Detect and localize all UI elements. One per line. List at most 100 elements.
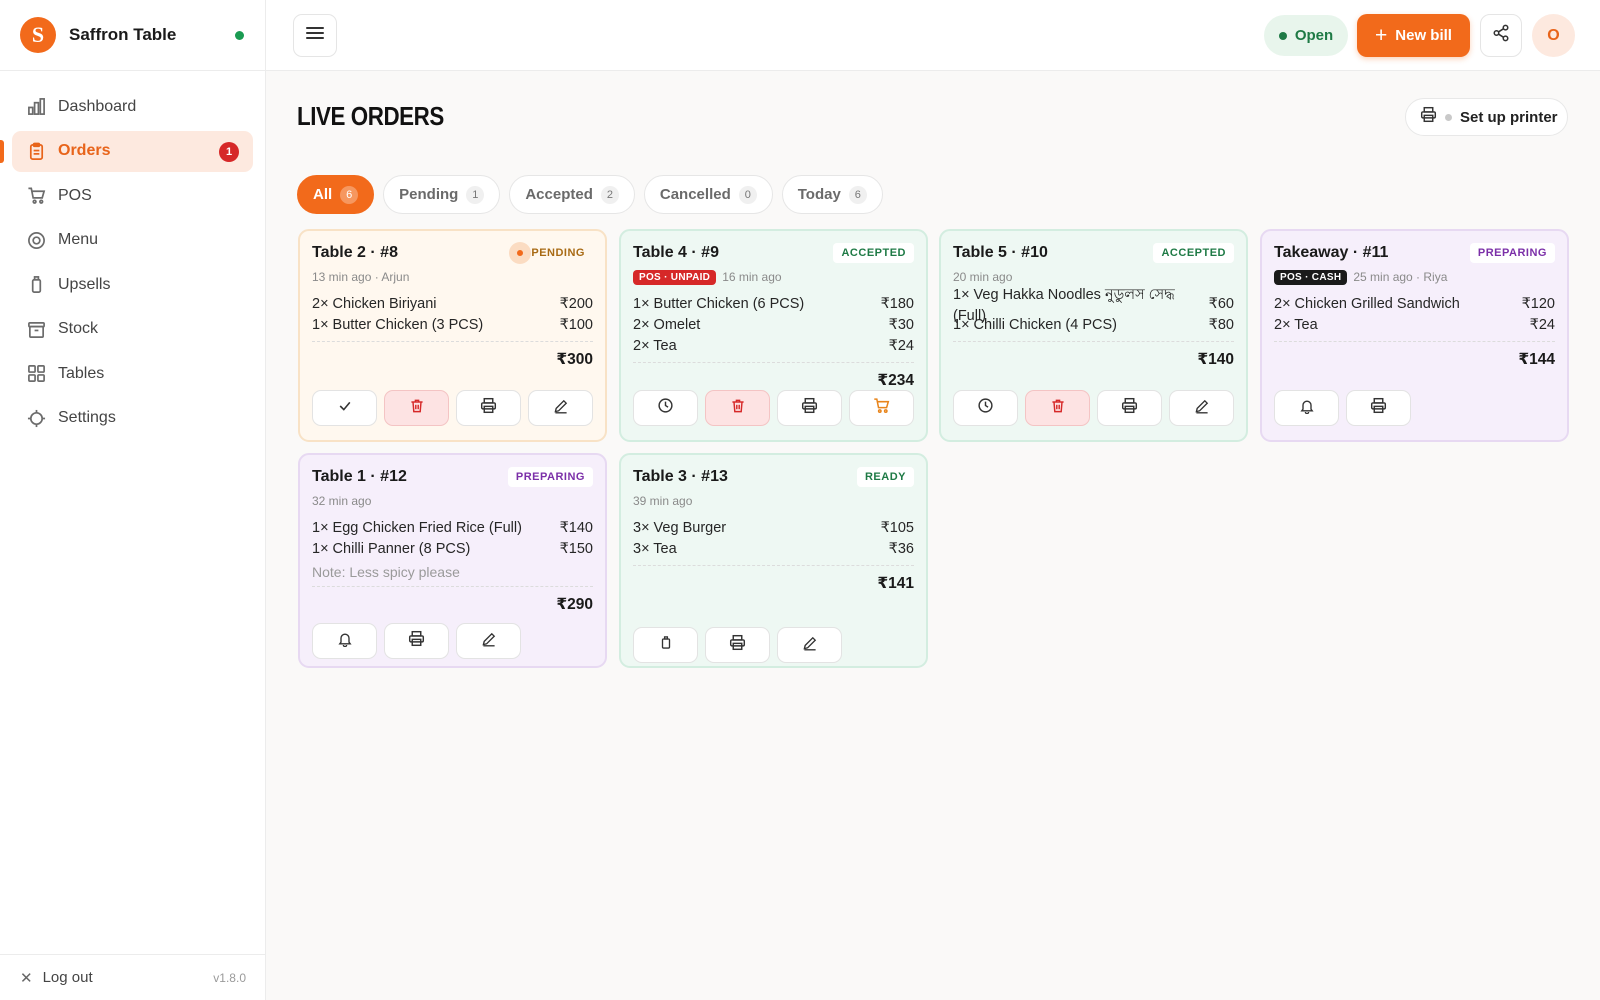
tab-label: All xyxy=(313,186,333,203)
tab-count: 1 xyxy=(466,185,485,204)
edit-button[interactable] xyxy=(777,627,842,663)
item-name: 2× Tea xyxy=(633,337,677,354)
timer-button[interactable] xyxy=(953,390,1018,426)
order-actions xyxy=(633,619,914,663)
page-title: LIVE ORDERS xyxy=(297,101,444,131)
order-meta: 39 min ago xyxy=(633,494,693,508)
order-card[interactable]: Table 3 · #13 READY 39 min ago 3× Veg Bu… xyxy=(619,453,928,668)
order-items: 1× Butter Chicken (6 PCS) ₹180 2× Omelet ₹… xyxy=(633,293,914,356)
print-button[interactable] xyxy=(1346,390,1411,426)
store-open-status[interactable]: Open xyxy=(1264,15,1348,56)
status-badge: READY xyxy=(856,467,914,487)
sidebar-item-label: Settings xyxy=(58,409,116,426)
order-total: ₹300 xyxy=(556,351,593,368)
sidebar-item-dashboard[interactable]: Dashboard xyxy=(12,86,253,127)
sidebar-item-settings[interactable]: Settings xyxy=(12,398,253,439)
accept-button[interactable] xyxy=(312,390,377,426)
print-button[interactable] xyxy=(384,623,449,659)
online-status-dot xyxy=(235,31,244,40)
notify-button[interactable] xyxy=(1274,390,1339,426)
pending-dot-icon xyxy=(509,242,532,264)
bottle-icon xyxy=(26,275,46,295)
print-button[interactable] xyxy=(1097,390,1162,426)
print-button[interactable] xyxy=(705,627,770,663)
order-item: 2× Chicken Grilled Sandwich ₹120 xyxy=(1274,293,1555,314)
order-total: ₹290 xyxy=(556,596,593,613)
print-button[interactable] xyxy=(456,390,521,426)
tab-accepted[interactable]: Accepted 2 xyxy=(509,175,635,214)
clear-button[interactable] xyxy=(633,627,698,663)
order-actions xyxy=(1274,382,1555,426)
sidebar-item-label: POS xyxy=(58,186,92,204)
sidebar-item-pos[interactable]: POS xyxy=(12,175,253,216)
tab-label: Accepted xyxy=(525,186,593,203)
tab-count: 6 xyxy=(848,185,867,204)
edit-button[interactable] xyxy=(1169,390,1234,426)
app-version: v1.8.0 xyxy=(213,970,246,985)
order-meta-row: POS · CASH 25 min ago · Riya xyxy=(1274,267,1555,287)
logout-button[interactable]: ✕ Log out xyxy=(20,969,93,987)
order-card[interactable]: Table 5 · #10 ACCEPTED 20 min ago 1× Veg… xyxy=(939,229,1248,442)
item-name: 2× Chicken Grilled Sandwich xyxy=(1274,295,1460,312)
order-card[interactable]: Table 2 · #8 PENDING 13 min ago · Arjun … xyxy=(298,229,607,442)
user-avatar[interactable]: O xyxy=(1532,14,1575,57)
edit-button[interactable] xyxy=(528,390,593,426)
order-title: Table 2 · #8 xyxy=(312,244,398,261)
item-name: 1× Chilli Chicken (4 PCS) xyxy=(953,316,1117,333)
tab-label: Today xyxy=(797,186,841,203)
brand-logo: S xyxy=(20,17,56,53)
sidebar-item-label: Menu xyxy=(58,231,99,248)
delete-button[interactable] xyxy=(705,390,770,426)
timer-button[interactable] xyxy=(633,390,698,426)
gear-icon xyxy=(26,408,46,428)
order-item: 1× Chilli Panner (8 PCS) ₹150 xyxy=(312,538,593,559)
setup-printer-button[interactable]: Set up printer xyxy=(1405,98,1568,136)
sidebar-item-menu[interactable]: Menu xyxy=(12,220,253,261)
item-price: ₹30 xyxy=(888,316,914,333)
order-total: ₹144 xyxy=(1518,351,1555,368)
sidebar-item-label: Stock xyxy=(58,320,99,337)
sidebar-item-upsells[interactable]: Upsells xyxy=(12,264,253,305)
pos-cart-button[interactable] xyxy=(849,390,914,426)
sidebar-item-tables[interactable]: Tables xyxy=(12,353,253,394)
hamburger-button[interactable] xyxy=(293,14,337,57)
notify-button[interactable] xyxy=(312,623,377,659)
order-card[interactable]: Takeaway · #11 PREPARING POS · CASH 25 m… xyxy=(1260,229,1569,442)
clipboard-icon xyxy=(26,141,46,161)
order-card[interactable]: Table 1 · #12 PREPARING 32 min ago 1× Eg… xyxy=(298,453,607,668)
setup-printer-label: Set up printer xyxy=(1460,108,1558,126)
tab-today[interactable]: Today 6 xyxy=(781,175,883,214)
item-price: ₹36 xyxy=(888,540,914,557)
printer-icon xyxy=(729,634,746,656)
delete-button[interactable] xyxy=(384,390,449,426)
payment-tag: POS · CASH xyxy=(1274,269,1348,285)
sidebar-item-label: Tables xyxy=(58,364,105,382)
grid-icon xyxy=(26,364,46,384)
order-card[interactable]: Table 4 · #9 ACCEPTED POS · UNPAID 16 mi… xyxy=(619,229,928,442)
clock-icon xyxy=(977,397,994,419)
tab-cancelled[interactable]: Cancelled 0 xyxy=(643,175,773,214)
order-item: 2× Tea ₹24 xyxy=(1274,314,1555,335)
edit-button[interactable] xyxy=(456,623,521,659)
sidebar-item-orders[interactable]: Orders 1 xyxy=(0,130,253,172)
sidebar-item-stock[interactable]: Stock xyxy=(12,309,253,350)
printer-icon xyxy=(1370,397,1387,419)
brand-name: Saffron Table xyxy=(69,25,177,44)
delete-button[interactable] xyxy=(1025,390,1090,426)
new-bill-button[interactable]: + New bill xyxy=(1357,14,1470,57)
pencil-icon xyxy=(553,398,569,419)
print-button[interactable] xyxy=(777,390,842,426)
bin-icon xyxy=(659,635,673,655)
tab-pending[interactable]: Pending 1 xyxy=(383,175,501,214)
share-icon xyxy=(1492,24,1510,47)
trash-icon xyxy=(730,398,746,419)
item-price: ₹100 xyxy=(559,316,593,333)
order-note: Note: Less spicy please xyxy=(312,564,460,580)
item-name: 1× Butter Chicken (3 PCS) xyxy=(312,316,484,333)
tab-all[interactable]: All 6 xyxy=(297,175,375,214)
share-button[interactable] xyxy=(1480,14,1522,57)
tab-count: 0 xyxy=(738,185,757,204)
item-price: ₹200 xyxy=(559,295,593,312)
printer-status-dot xyxy=(1445,113,1452,121)
printer-icon xyxy=(1420,106,1437,128)
